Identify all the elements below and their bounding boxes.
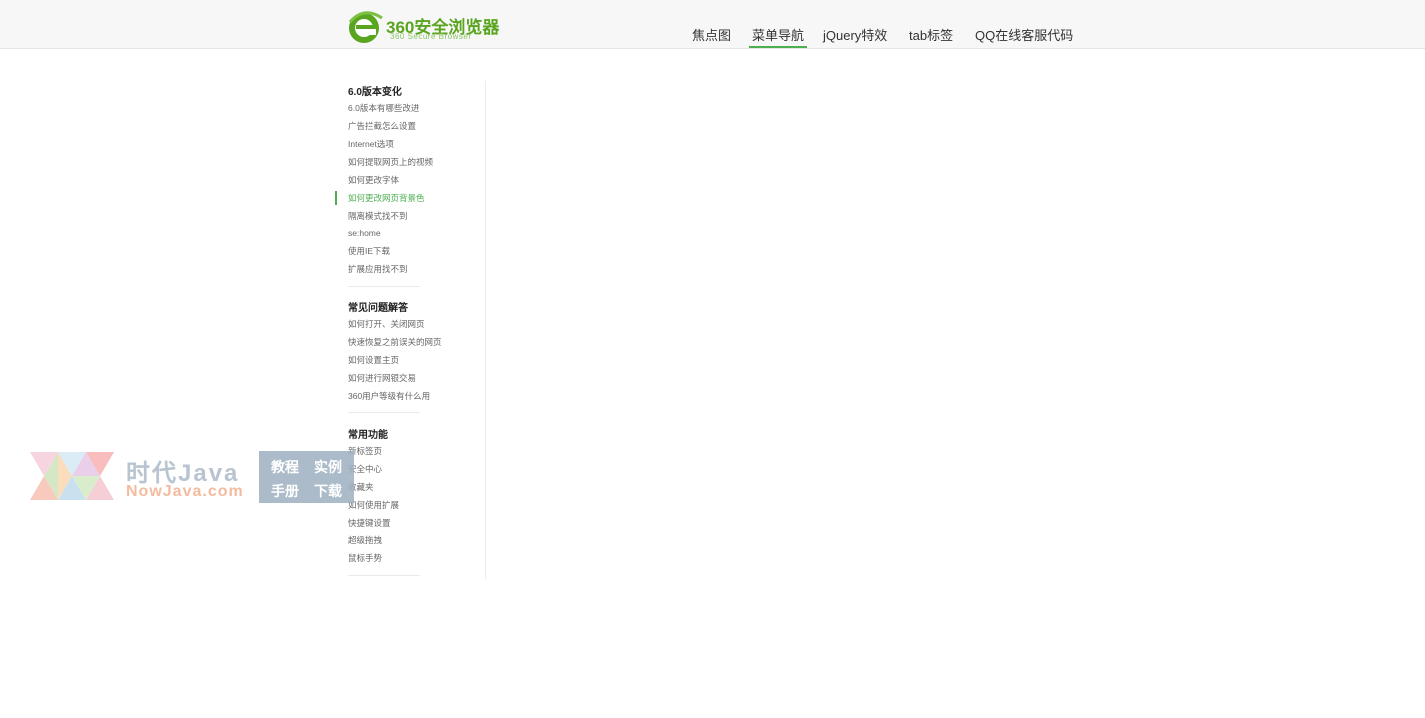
browser-logo-icon	[348, 11, 383, 43]
sidebar-link[interactable]: 如何设置主页	[348, 354, 399, 366]
sidebar-link[interactable]: 广告拦截怎么设置	[348, 120, 416, 132]
sidebar-group-title: 常见问题解答	[348, 303, 408, 314]
sidebar-link[interactable]: 隔离模式找不到	[348, 210, 408, 222]
nav-item-jquery-effects[interactable]: jQuery特效	[823, 25, 887, 44]
watermark-cell: 实例	[314, 459, 342, 475]
sidebar-link[interactable]: 快捷键设置	[348, 517, 391, 529]
sidebar-link[interactable]: 如何打开、关闭网页	[348, 318, 425, 330]
watermark-cell: 手册	[271, 483, 299, 499]
group-divider	[348, 575, 420, 576]
watermark-logo-icon	[30, 452, 114, 500]
sidebar-link[interactable]: 鼠标手势	[348, 552, 382, 564]
group-divider	[348, 286, 420, 287]
sidebar-group-title: 6.0版本变化	[348, 87, 402, 98]
sidebar-group-title: 常用功能	[348, 430, 388, 441]
sidebar-link[interactable]: 超级拖拽	[348, 534, 382, 546]
watermark-box: 教程 实例 手册 下载	[259, 451, 354, 503]
sidebar-link[interactable]: 如何更改字体	[348, 174, 399, 186]
group-divider	[348, 412, 420, 413]
sidebar-link[interactable]: 扩展应用找不到	[348, 263, 408, 275]
sidebar-link[interactable]: 360用户等级有什么用	[348, 390, 430, 402]
watermark-cell: 教程	[271, 459, 299, 475]
sidebar-link[interactable]: 如何进行网银交易	[348, 372, 416, 384]
sidebar-link-active[interactable]: 如何更改网页背景色	[348, 192, 425, 204]
header: 360安全浏览器 360 Secure Browser 焦点图 菜单导航 jQu…	[0, 0, 1425, 49]
sidebar-link[interactable]: 如何提取网页上的视频	[348, 156, 433, 168]
watermark-url: NowJava.com	[126, 483, 244, 500]
nav-item-menu-navigation[interactable]: 菜单导航	[748, 25, 808, 48]
logo[interactable]: 360安全浏览器 360 Secure Browser	[348, 8, 499, 46]
sidebar-link[interactable]: 使用IE下载	[348, 245, 390, 257]
watermark: 时代Java NowJava.com 教程 实例 手册 下载	[30, 450, 360, 506]
watermark-cell: 下载	[314, 483, 342, 499]
nav-item-tab-labels[interactable]: tab标签	[909, 25, 953, 44]
logo-subtext: 360 Secure Browser	[390, 32, 472, 41]
sidebar: 6.0版本变化 6.0版本有哪些改进 广告拦截怎么设置 Internet选项 如…	[335, 81, 486, 579]
sidebar-link[interactable]: Internet选项	[348, 138, 394, 150]
nav-item-qq-service-code[interactable]: QQ在线客服代码	[975, 25, 1073, 44]
sidebar-link[interactable]: se:home	[348, 228, 381, 238]
nav-item-focus-image[interactable]: 焦点图	[692, 25, 731, 44]
sidebar-link[interactable]: 6.0版本有哪些改进	[348, 102, 419, 114]
active-indicator	[335, 191, 337, 205]
sidebar-link[interactable]: 快速恢复之前误关的网页	[348, 336, 442, 348]
